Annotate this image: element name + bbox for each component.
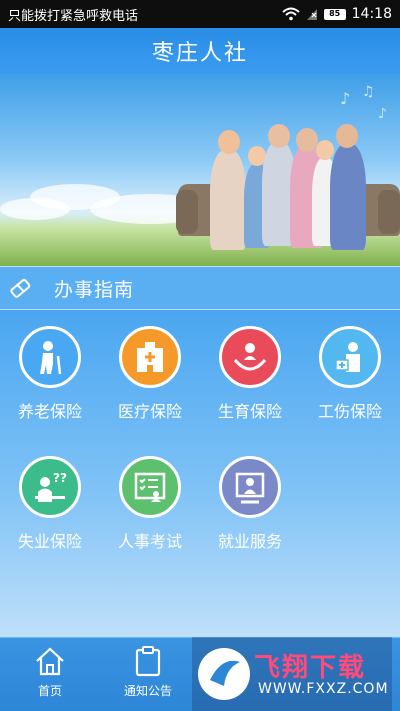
service-label: 医疗保险: [117, 402, 182, 421]
hospital-icon: [119, 326, 181, 388]
service-label: 养老保险: [17, 402, 82, 421]
carrier-text: 只能拨打紧急呼救电话: [8, 8, 139, 24]
service-injury[interactable]: 工伤保险: [300, 326, 400, 422]
svg-text:♪: ♪: [378, 106, 387, 122]
notice-icon: [135, 646, 161, 677]
unemployment-icon: ??: [19, 456, 81, 518]
watermark-brand: 飞翔下载: [254, 653, 367, 683]
nav-label: 首页: [37, 684, 62, 698]
service-grid: 养老保险 医疗保险 生育保险 工伤保险 ?? 失业保险 人事考试 就业服务: [0, 310, 400, 637]
service-unemployment[interactable]: ?? 失业保险: [0, 456, 100, 552]
elderly-icon: [19, 326, 81, 388]
service-label: 就业服务: [217, 532, 282, 551]
maternity-icon: [219, 326, 281, 388]
nav-label: 通知公告: [123, 684, 172, 698]
service-pension[interactable]: 养老保险: [0, 326, 100, 422]
svg-text:??: ??: [53, 471, 67, 485]
nav-home[interactable]: 首页: [10, 644, 90, 699]
exam-icon: [119, 456, 181, 518]
service-label: 工伤保险: [317, 402, 382, 421]
service-employment[interactable]: 就业服务: [200, 456, 300, 552]
app-header: 枣庄人社: [0, 28, 400, 74]
eraser-icon: [10, 278, 31, 298]
svg-text:♪: ♪: [340, 89, 350, 108]
injury-icon: [319, 326, 381, 388]
page-title: 枣庄人社: [151, 41, 248, 66]
clock: 14:18: [351, 6, 392, 22]
service-exam[interactable]: 人事考试: [100, 456, 200, 552]
watermark-url: WWW.FXXZ.COM: [258, 681, 389, 697]
status-icons: 85 14:18: [281, 6, 392, 22]
music-notes-icon: ♪ ♫ ♪: [340, 84, 387, 122]
wifi-icon: [281, 7, 300, 21]
watermark-logo-icon: [198, 648, 250, 700]
no-signal-icon: [306, 9, 317, 20]
guide-section-header: 办事指南: [0, 266, 400, 310]
family-banner[interactable]: ♪ ♫ ♪: [0, 74, 400, 266]
service-label: 生育保险: [217, 402, 282, 421]
svg-text:♫: ♫: [362, 84, 375, 100]
watermark: 飞翔下载 WWW.FXXZ.COM: [192, 637, 392, 711]
service-label: 失业保险: [17, 532, 82, 551]
service-maternity[interactable]: 生育保险: [200, 326, 300, 422]
section-title: 办事指南: [54, 278, 135, 301]
home-icon: [36, 647, 64, 676]
employment-icon: [219, 456, 281, 518]
service-label: 人事考试: [117, 532, 182, 551]
nav-notice[interactable]: 通知公告: [108, 644, 188, 699]
status-bar: 只能拨打紧急呼救电话 85 14:18: [0, 0, 400, 28]
service-medical[interactable]: 医疗保险: [100, 326, 200, 422]
battery-icon: 85: [323, 8, 346, 20]
